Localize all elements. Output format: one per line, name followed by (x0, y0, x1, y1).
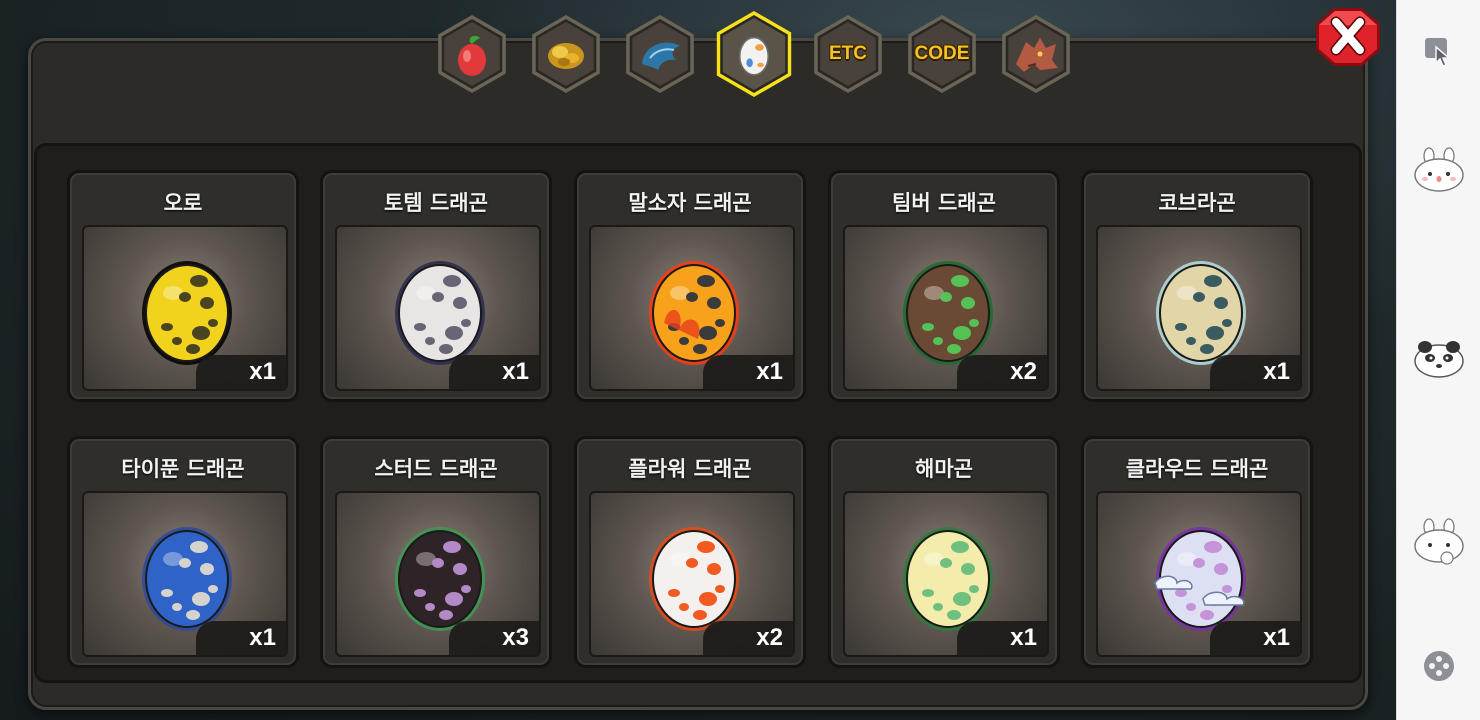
fruit-icon (438, 15, 506, 93)
egg-icon (1156, 261, 1246, 365)
tab-label: ETC (829, 43, 867, 64)
egg-name: 토템 드래곤 (384, 191, 488, 215)
tab-gold[interactable] (526, 14, 606, 94)
egg-name: 타이푼 드래곤 (121, 457, 245, 481)
touch-settings-button[interactable] (1409, 22, 1469, 82)
egg-image-well: x1 (82, 225, 288, 391)
egg-name: 팀버 드래곤 (892, 191, 996, 215)
game-screen: ETC CODE 오로 x1 토템 드래곤 x1 말소자 드래곤 x1 팀버 드래곤 x2 코브라… (0, 0, 1480, 720)
egg-card[interactable]: 스터드 드래곤 x3 (320, 436, 552, 668)
touch-icon (1425, 38, 1452, 67)
close-icon (1316, 8, 1380, 66)
egg-count: x3 (449, 621, 539, 655)
egg-card[interactable]: 토템 드래곤 x1 (320, 170, 552, 402)
egg-image-well: x2 (589, 491, 795, 657)
tab-scale[interactable] (620, 14, 700, 94)
egg-image-well: x1 (335, 225, 541, 391)
egg-icon (395, 261, 485, 365)
egg-image-well: x1 (82, 491, 288, 657)
egg-card[interactable]: 코브라곤 x1 (1081, 170, 1313, 402)
scale-icon (626, 15, 694, 93)
egg-card[interactable]: 클라우드 드래곤 x1 (1081, 436, 1313, 668)
egg-name: 말소자 드래곤 (628, 191, 752, 215)
egg-image-well: x1 (1096, 491, 1302, 657)
egg-name: 해마곤 (915, 457, 973, 481)
egg-name: 코브라곤 (1158, 191, 1236, 215)
egg-card[interactable]: 팀버 드래곤 x2 (828, 170, 1060, 402)
tab-label: CODE (914, 43, 970, 64)
egg-card[interactable]: 오로 x1 (67, 170, 299, 402)
tab-fruit[interactable] (432, 14, 512, 94)
emoji-sticker-3[interactable] (1409, 512, 1469, 572)
emoji-sticker-2[interactable] (1409, 326, 1469, 386)
egg-icon (716, 11, 792, 97)
egg-icon (649, 527, 739, 631)
egg-icon (649, 261, 739, 365)
gold-icon (548, 43, 584, 69)
gold-icon (532, 15, 600, 93)
egg-card[interactable]: 타이푼 드래곤 x1 (67, 436, 299, 668)
bunny-thinking-icon (1414, 518, 1464, 565)
egg-card[interactable]: 말소자 드래곤 x1 (574, 170, 806, 402)
egg-name: 플라워 드래곤 (628, 457, 752, 481)
egg-icon (1154, 527, 1246, 631)
bunny-face-icon (1414, 147, 1464, 192)
egg-count: x1 (1210, 355, 1300, 389)
egg-image-well: x1 (843, 491, 1049, 657)
egg-count: x1 (957, 621, 1047, 655)
egg-card[interactable]: 해마곤 x1 (828, 436, 1060, 668)
egg-icon (395, 527, 485, 631)
panda-face-icon (1414, 341, 1464, 378)
gamepad-button[interactable] (1409, 636, 1469, 696)
egg-count: x1 (449, 355, 539, 389)
egg-count: x1 (703, 355, 793, 389)
egg-icon (142, 527, 232, 631)
egg-count: x2 (957, 355, 1047, 389)
tab-egg[interactable] (710, 10, 798, 98)
egg-count: x1 (1210, 621, 1300, 655)
egg-count: x2 (703, 621, 793, 655)
egg-image-well: x3 (335, 491, 541, 657)
tab-code[interactable]: CODE (902, 14, 982, 94)
tab-etc[interactable]: ETC (808, 14, 888, 94)
egg-name: 클라우드 드래곤 (1125, 457, 1269, 481)
egg-icon (903, 527, 993, 631)
egg-image-well: x2 (843, 225, 1049, 391)
close-button[interactable] (1314, 6, 1382, 68)
egg-card[interactable]: 플라워 드래곤 x2 (574, 436, 806, 668)
egg-name: 오로 (163, 191, 203, 215)
egg-image-well: x1 (589, 225, 795, 391)
egg-count: x1 (196, 621, 286, 655)
dragon-head-icon (1002, 15, 1070, 93)
emoji-sticker-1[interactable] (1409, 140, 1469, 200)
side-toolbar (1396, 0, 1480, 720)
egg-count: x1 (196, 355, 286, 389)
gamepad-icon (1424, 651, 1454, 681)
egg-icon (738, 36, 770, 76)
egg-icon (903, 261, 993, 365)
egg-image-well: x1 (1096, 225, 1302, 391)
egg-name: 스터드 드래곤 (374, 457, 498, 481)
tab-dragon[interactable] (996, 14, 1076, 94)
egg-icon (142, 261, 232, 365)
